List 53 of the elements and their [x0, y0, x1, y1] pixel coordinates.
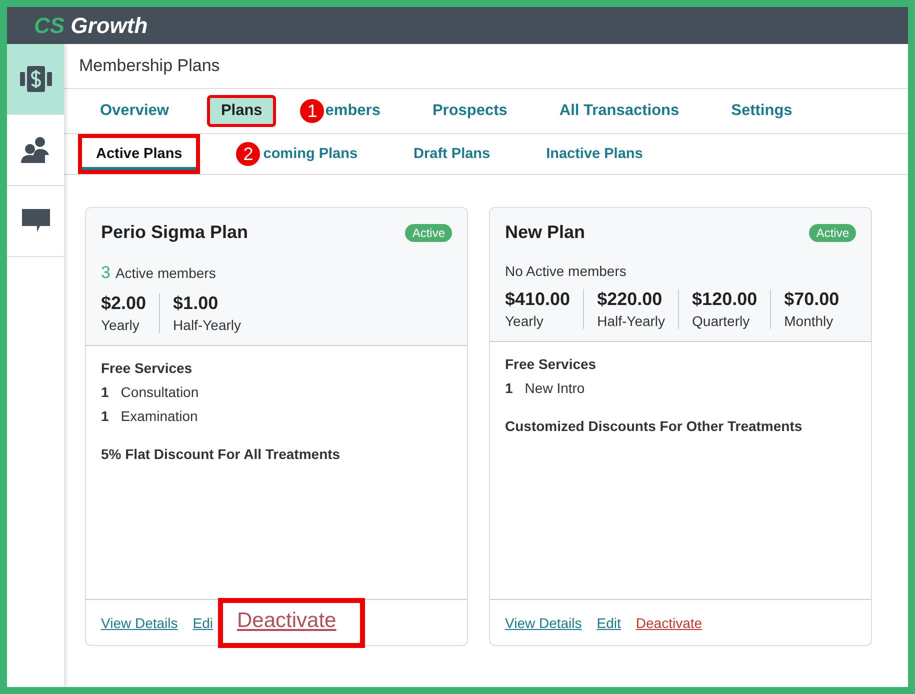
status-badge: Active — [405, 224, 452, 242]
tab[interactable]: Overview — [86, 95, 183, 127]
tab[interactable]: Prospects — [418, 95, 522, 127]
price-period: Monthly — [784, 313, 834, 329]
action-link[interactable]: Deactivate — [218, 598, 366, 648]
people-icon — [20, 137, 50, 163]
service-name: New Intro — [524, 380, 585, 396]
money-icon — [20, 66, 52, 92]
chat-icon — [22, 209, 50, 233]
tab[interactable]: Plans — [206, 95, 276, 127]
tab[interactable]: Inactive Plans — [529, 134, 660, 174]
price-period: Yearly — [505, 313, 544, 329]
action-link[interactable]: Deactivate — [636, 614, 702, 630]
action-link[interactable]: Edit — [596, 614, 621, 630]
price-amount: $410.00 — [505, 289, 570, 310]
tab[interactable]: All Transactions — [545, 95, 694, 127]
plan-name: Perio Sigma Plan — [101, 222, 248, 243]
logo: CS Growth — [34, 12, 148, 38]
service-quantity: 1 — [101, 384, 109, 400]
action-link[interactable]: Edi — [192, 614, 214, 630]
step-marker: 2 — [236, 142, 260, 166]
service-quantity: 1 — [101, 408, 109, 424]
discount-text: 5% Flat Discount For All Treatments — [101, 446, 342, 462]
section-title: Free Services — [505, 356, 598, 372]
page-title: Membership Plans — [64, 44, 908, 89]
price-amount: $120.00 — [692, 289, 758, 310]
section-title: Free Services — [101, 360, 194, 376]
action-link[interactable]: View Details — [101, 614, 178, 630]
price-amount: $220.00 — [597, 289, 664, 310]
plan-name: New Plan — [505, 222, 586, 243]
status-badge: Active — [809, 224, 856, 242]
price-amount: $70.00 — [784, 289, 840, 310]
step-marker: 1 — [300, 99, 324, 123]
price-amount: $2.00 — [101, 293, 146, 314]
tab[interactable]: Draft Plans — [396, 134, 508, 174]
tab[interactable]: coming Plans — [260, 134, 375, 174]
price-period: Yearly — [101, 317, 140, 333]
members-label: Active members — [115, 265, 216, 281]
members-label: No Active members — [505, 263, 626, 279]
service-quantity: 1 — [505, 380, 513, 396]
price-amount: $1.00 — [173, 293, 220, 314]
sidebar-item[interactable] — [7, 44, 64, 115]
service-name: Examination — [120, 408, 198, 424]
action-link[interactable]: View Details — [505, 614, 582, 630]
tab[interactable]: Settings — [717, 95, 806, 127]
discount-text: Customized Discounts For Other Treatments — [505, 418, 804, 434]
price-period: Quarterly — [692, 313, 751, 329]
tab[interactable]: Active Plans — [78, 134, 200, 174]
price-period: Half-Yearly — [173, 317, 242, 333]
member-count: 3 — [101, 263, 110, 283]
price-period: Half-Yearly — [597, 313, 666, 329]
service-name: Consultation — [120, 384, 199, 400]
tab[interactable]: embers — [322, 95, 394, 127]
